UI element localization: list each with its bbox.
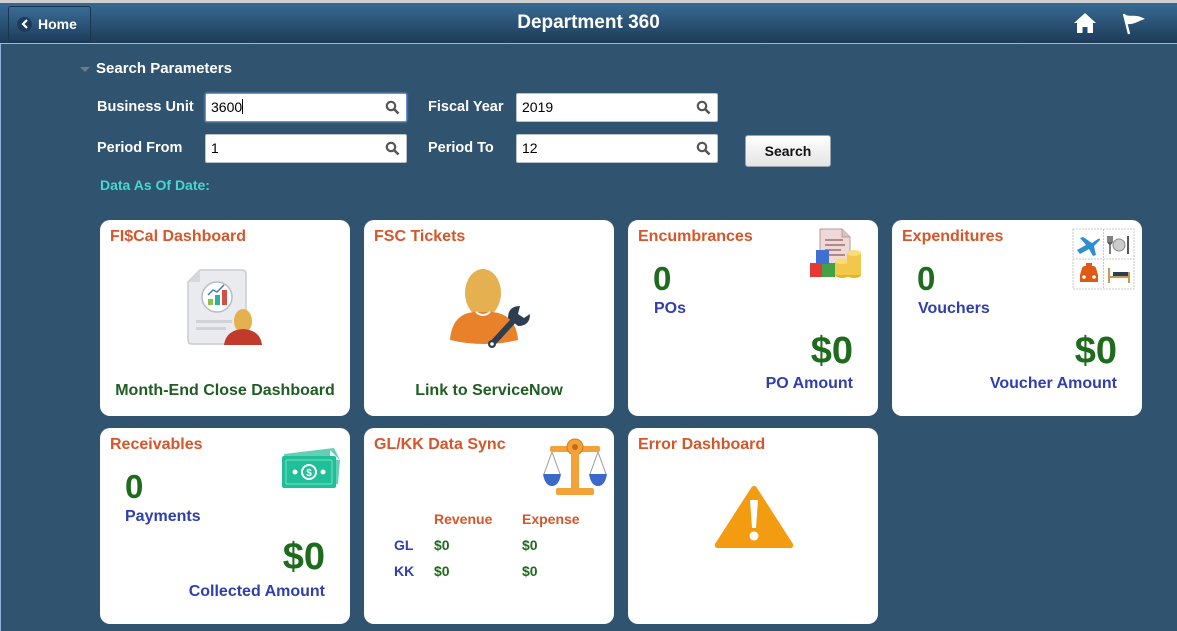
search-button[interactable]: Search [745,135,831,167]
header-bar: Home Department 360 [0,3,1177,44]
cash-money-icon: $ [280,446,342,495]
svg-text:$: $ [306,468,312,479]
payment-count-label: Payments [125,508,201,525]
voucher-amount: $0 [1074,330,1117,372]
collected-amount-label: Collected Amount [188,583,325,600]
po-count-label: POs [654,300,687,317]
fiscal-year-value: 2019 [522,99,554,115]
payment-count: 0 [125,468,144,505]
page-title: Department 360 [517,12,660,33]
tile-title: FSC Tickets [374,228,466,245]
search-parameters-toggle[interactable]: Search Parameters [80,60,232,77]
voucher-count-label: Vouchers [918,300,990,317]
tile-receivables[interactable]: Receivables $ 0 Payments $0 Collected Am… [100,428,350,624]
gl-revenue-value: $0 [434,537,450,553]
tile-encumbrances[interactable]: Encumbrances 0 POs $0 PO Amount [628,220,878,416]
fiscal-year-input[interactable]: 2019 [516,93,718,122]
tile-title: Error Dashboard [638,436,766,453]
tile-title: FI$Cal Dashboard [110,228,247,245]
balance-scale-icon [542,436,608,503]
period-to-label: Period To [428,140,494,156]
kk-expense-value: $0 [522,563,538,579]
document-coins-icon [808,227,862,286]
data-as-of-date-label: Data As Of Date: [100,177,210,193]
text-cursor [242,99,244,114]
tile-gl-kk-data-sync[interactable]: GL/KK Data Sync Revenue Expense GL $0 $0… [364,428,614,624]
travel-expenses-icon [1072,228,1135,295]
kk-revenue-value: $0 [434,563,450,579]
link-to-servicenow[interactable]: Link to ServiceNow [364,382,614,400]
po-count: 0 [653,260,672,297]
period-from-input[interactable]: 1 [205,134,407,163]
search-icon[interactable] [385,100,400,118]
po-amount-label: PO Amount [765,375,853,392]
month-end-close-dashboard-link[interactable]: Month-End Close Dashboard [100,382,350,400]
gl-expense-value: $0 [522,537,538,553]
tile-title: Receivables [110,436,203,453]
tile-fsc-tickets[interactable]: FSC Tickets Link to ServiceNow [364,220,614,416]
report-dashboard-icon [186,266,266,353]
gl-row-label: GL [394,537,414,553]
tile-title: Expenditures [902,228,1004,245]
search-parameters-title: Search Parameters [96,60,232,77]
tile-expenditures[interactable]: Expenditures 0 Vouchers $0 Voucher Amoun… [892,220,1142,416]
kk-row-label: KK [394,563,415,579]
business-unit-label: Business Unit [97,99,194,115]
period-to-value: 12 [522,140,538,156]
left-border [0,44,1,631]
warning-icon [713,484,795,555]
search-icon[interactable] [696,141,711,159]
voucher-count: 0 [917,260,936,297]
tile-title: Encumbrances [638,228,753,245]
expense-column-header: Expense [522,511,580,527]
collapse-triangle-icon [80,67,90,72]
collected-amount: $0 [282,536,325,578]
search-icon[interactable] [385,141,400,159]
tile-error-dashboard[interactable]: Error Dashboard [628,428,878,624]
voucher-amount-label: Voucher Amount [989,375,1117,392]
revenue-column-header: Revenue [434,511,493,527]
search-icon[interactable] [696,100,711,118]
home-icon[interactable] [1073,12,1097,39]
period-from-label: Period From [97,140,183,156]
tile-fiscal-dashboard[interactable]: FI$Cal Dashboard Month-End Close Dashboa… [100,220,350,416]
flag-icon[interactable] [1121,12,1147,41]
fiscal-year-label: Fiscal Year [428,99,504,115]
period-to-input[interactable]: 12 [516,134,718,163]
tile-title: GL/KK Data Sync [374,436,506,453]
business-unit-input[interactable]: 3600 [205,93,407,122]
period-from-value: 1 [211,140,219,156]
business-unit-value: 3600 [211,99,243,115]
support-technician-icon [446,268,532,355]
po-amount: $0 [810,330,853,372]
